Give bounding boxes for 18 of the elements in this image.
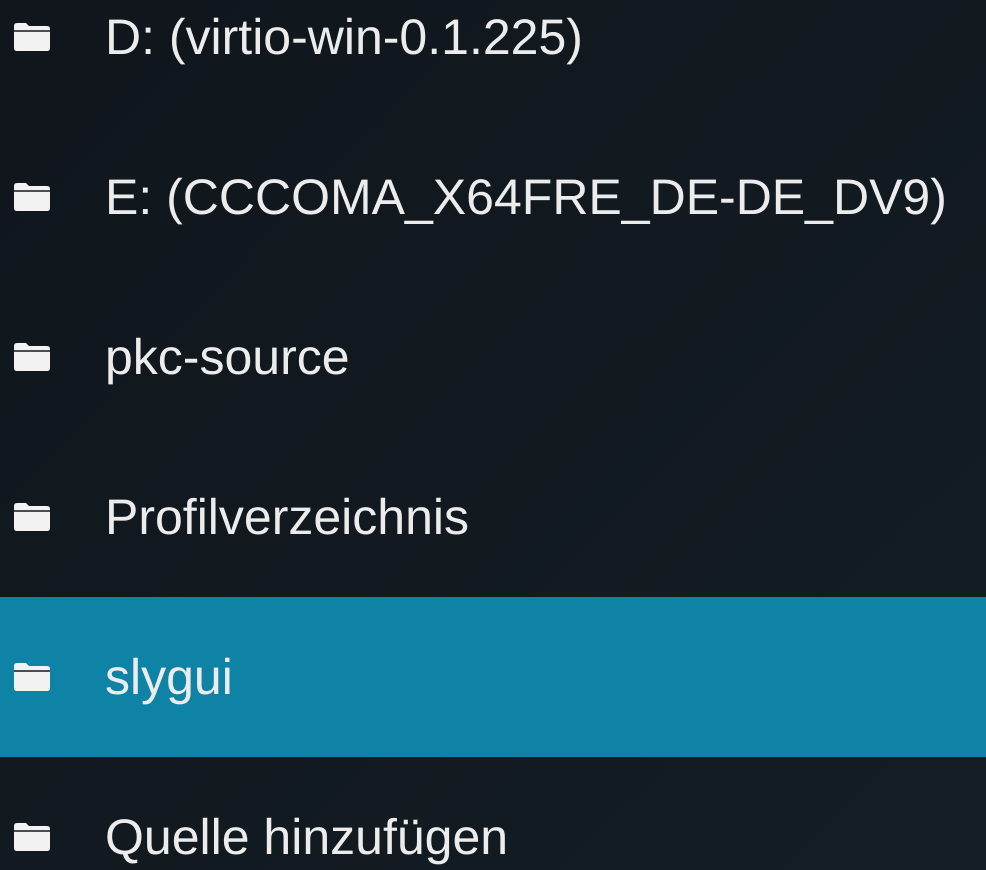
source-item[interactable]: Quelle hinzufügen xyxy=(0,757,986,870)
source-label: D: (virtio-win-0.1.225) xyxy=(105,8,583,66)
source-label: E: (CCCOMA_X64FRE_DE-DE_DV9) xyxy=(105,168,947,226)
folder-icon xyxy=(12,342,52,372)
source-item[interactable]: Profilverzeichnis xyxy=(0,437,986,597)
source-label: slygui xyxy=(105,648,233,706)
source-item[interactable]: pkc-source xyxy=(0,277,986,437)
source-label: Quelle hinzufügen xyxy=(105,808,508,866)
source-item[interactable]: D: (virtio-win-0.1.225) xyxy=(0,0,986,117)
folder-icon xyxy=(12,22,52,52)
source-item[interactable]: slygui xyxy=(0,597,986,757)
folder-icon xyxy=(12,822,52,852)
folder-icon xyxy=(12,502,52,532)
folder-icon xyxy=(12,662,52,692)
source-item[interactable]: E: (CCCOMA_X64FRE_DE-DE_DV9) xyxy=(0,117,986,277)
source-label: pkc-source xyxy=(105,328,350,386)
folder-icon xyxy=(12,182,52,212)
source-label: Profilverzeichnis xyxy=(105,488,470,546)
